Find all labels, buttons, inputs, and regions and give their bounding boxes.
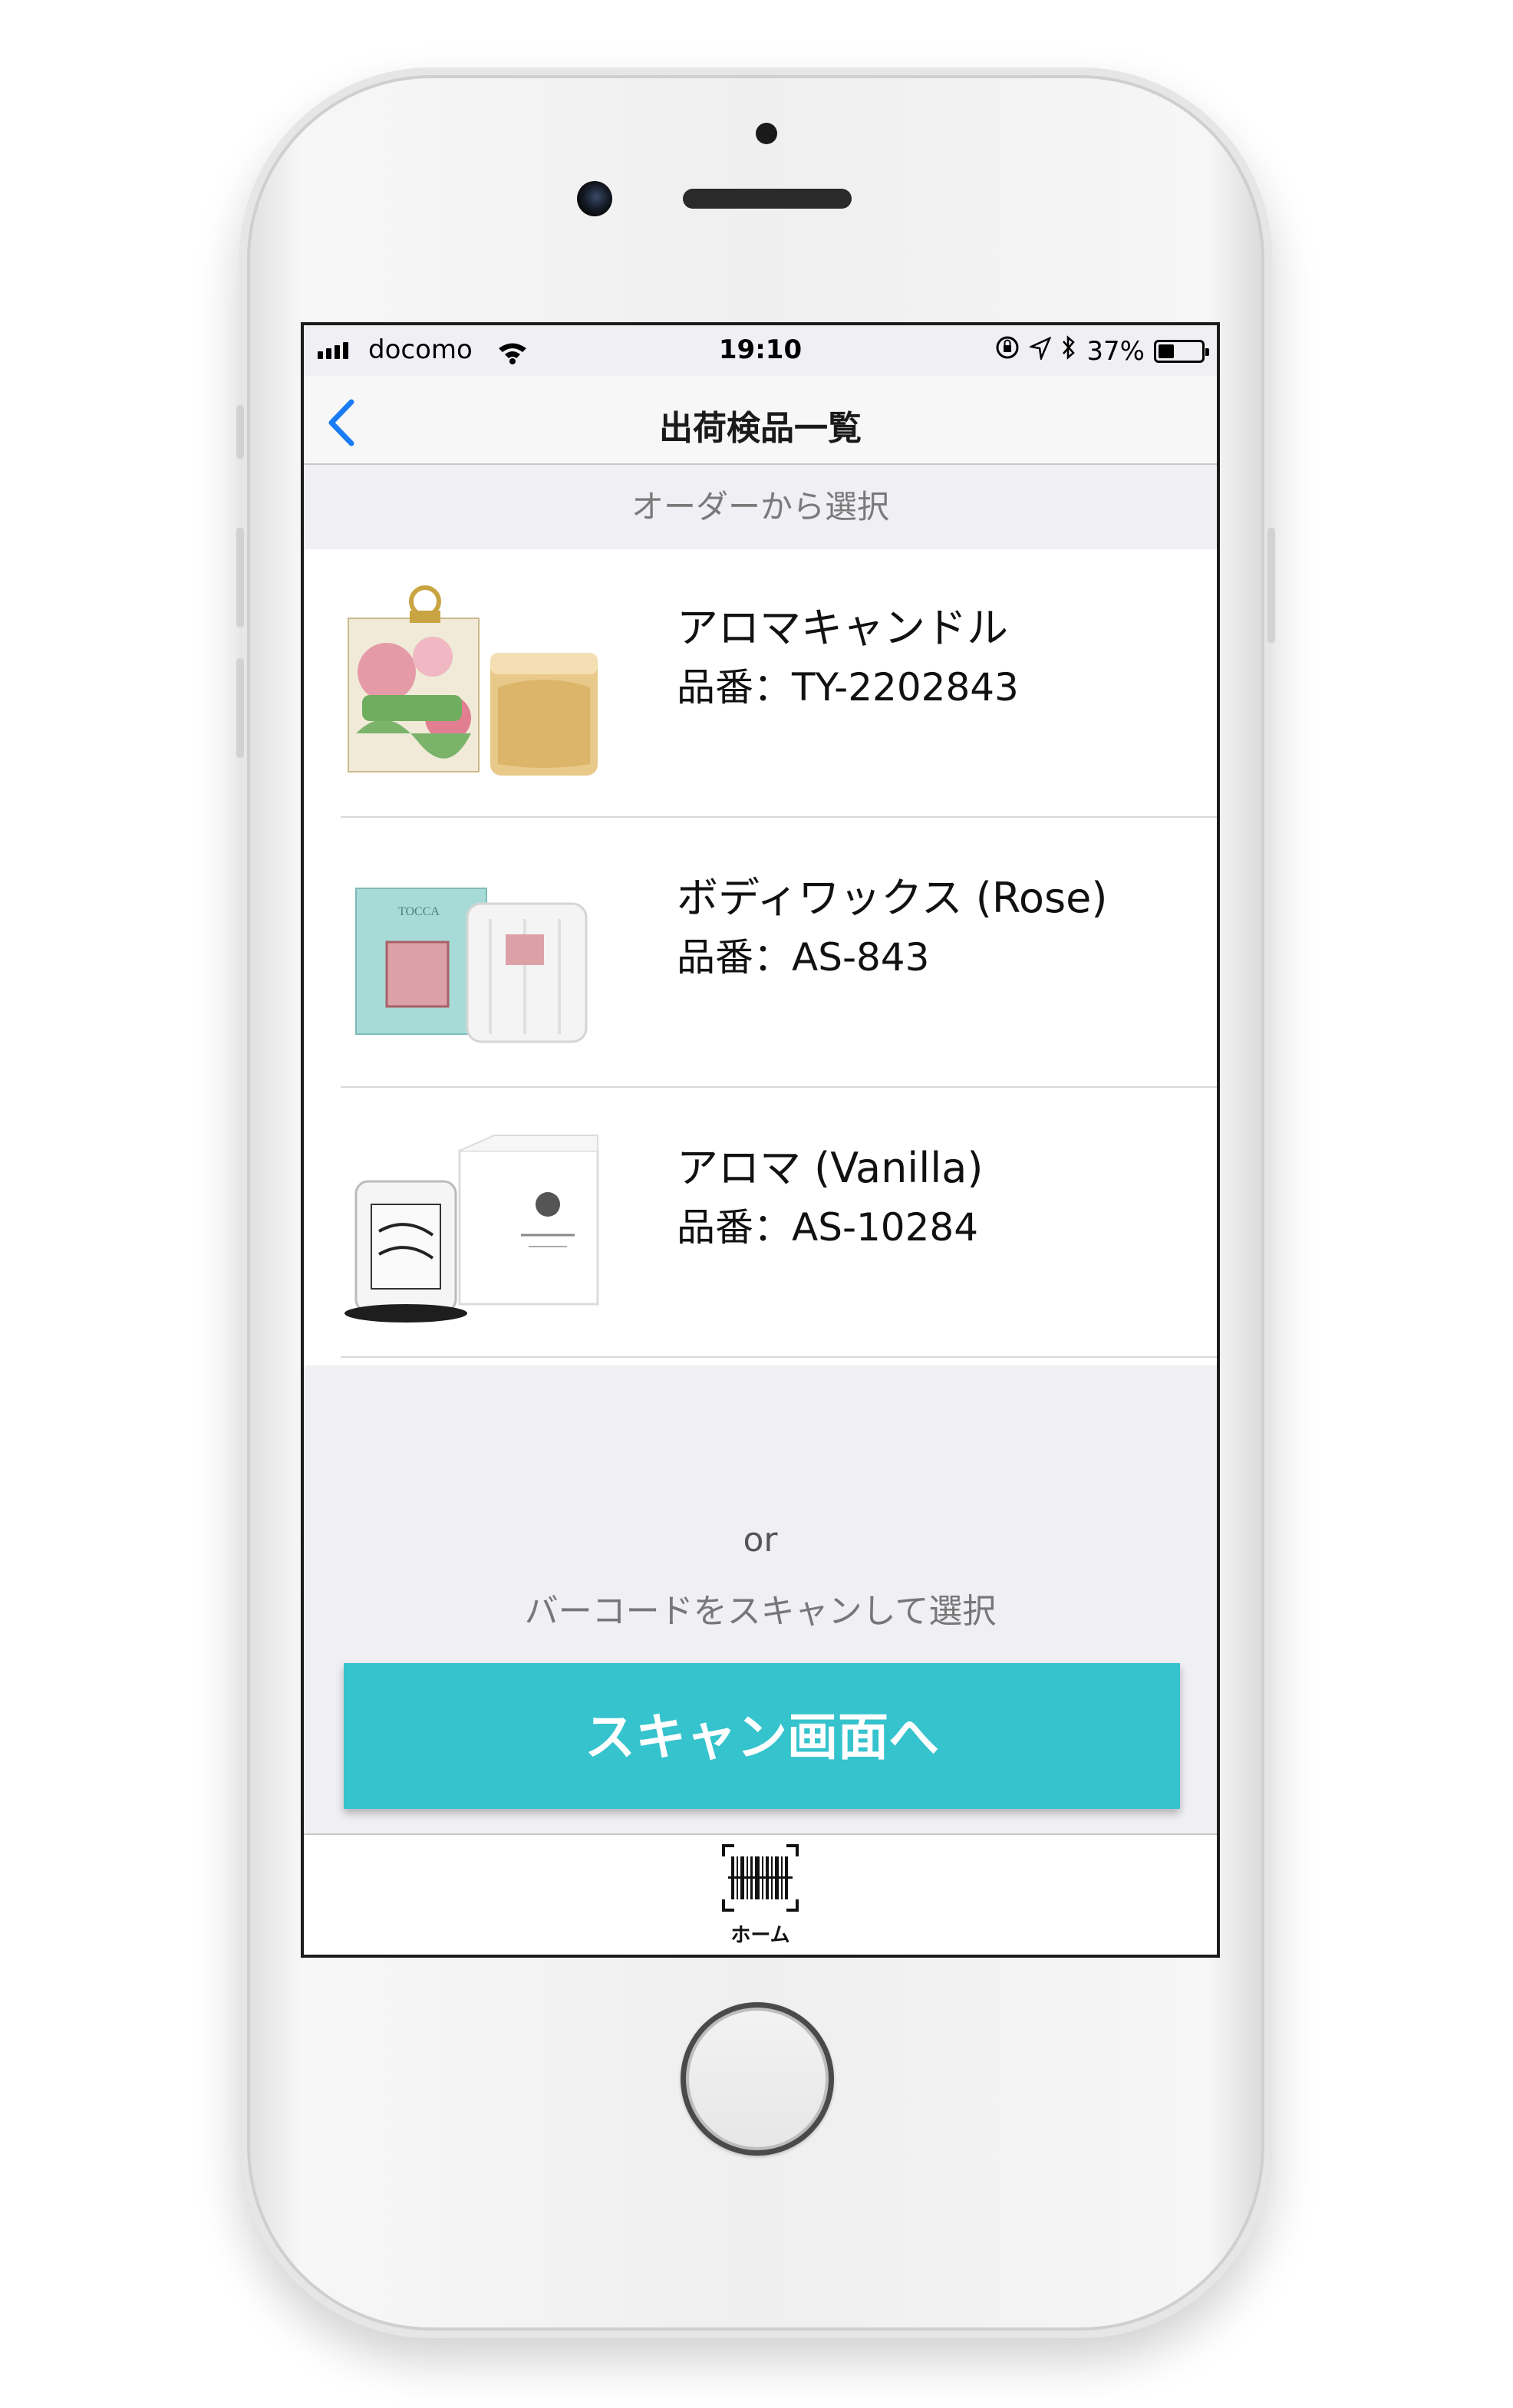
section-header: オーダーから選択 — [631, 488, 889, 525]
product-image: TOCCA — [341, 850, 609, 1057]
product-code: 品番：AS-10284 — [677, 1205, 979, 1250]
status-bar: docomo 19:10 37% — [304, 325, 1217, 376]
barcode-icon — [722, 1844, 799, 1912]
battery-icon — [1154, 339, 1209, 363]
tab-home[interactable]: ホーム — [718, 1843, 803, 1950]
home-button[interactable] — [681, 2002, 834, 2156]
product-image — [341, 580, 609, 787]
navigation-bar: 出荷検品一覧 — [304, 376, 1217, 465]
battery-percent: 37% — [1086, 335, 1145, 367]
product-row[interactable]: アロマキャンドル 品番：TY-2202843 — [304, 549, 1217, 818]
status-indicators: 37% — [994, 334, 1209, 367]
svg-text:TOCCA: TOCCA — [398, 905, 440, 918]
row-separator — [341, 1356, 1217, 1358]
tab-home-label: ホーム — [730, 1924, 790, 1947]
product-code: 品番：AS-843 — [677, 935, 930, 980]
page-title: 出荷検品一覧 — [659, 409, 862, 448]
power-button — [1267, 528, 1275, 643]
mute-switch — [236, 405, 244, 459]
app-screen: docomo 19:10 37% 出荷検品一覧 オーダーから選択 アロマキャンド… — [301, 322, 1220, 1958]
scan-hint-text: バーコードをスキャンして選択 — [524, 1592, 997, 1631]
battery-fill — [1159, 344, 1174, 358]
product-list: アロマキャンドル 品番：TY-2202843 TOCCA ボディワックス (Ro… — [304, 549, 1217, 1365]
row-separator — [341, 1086, 1217, 1088]
proximity-sensor — [756, 123, 777, 144]
front-camera — [577, 181, 612, 216]
tab-bar: ホーム — [304, 1833, 1217, 1955]
product-code: 品番：TY-2202843 — [677, 665, 1019, 710]
row-separator — [341, 816, 1217, 818]
product-name: アロマキャンドル — [677, 604, 1008, 652]
product-row[interactable]: TOCCA ボディワックス (Rose) 品番：AS-843 — [304, 819, 1217, 1088]
product-name: ボディワックス (Rose) — [677, 874, 1108, 922]
earpiece-speaker — [683, 189, 852, 209]
volume-up-button — [236, 528, 244, 628]
location-icon — [1028, 336, 1052, 367]
orientation-lock-icon — [994, 334, 1020, 367]
or-divider-text: or — [743, 1520, 778, 1560]
product-row[interactable]: アロマ (Vanilla) 品番：AS-10284 — [304, 1089, 1217, 1358]
volume-down-button — [236, 658, 244, 758]
product-image — [341, 1120, 609, 1327]
product-name: アロマ (Vanilla) — [677, 1144, 984, 1192]
go-to-scan-button[interactable]: スキャン画面へ — [344, 1663, 1180, 1809]
bluetooth-icon — [1060, 334, 1077, 367]
